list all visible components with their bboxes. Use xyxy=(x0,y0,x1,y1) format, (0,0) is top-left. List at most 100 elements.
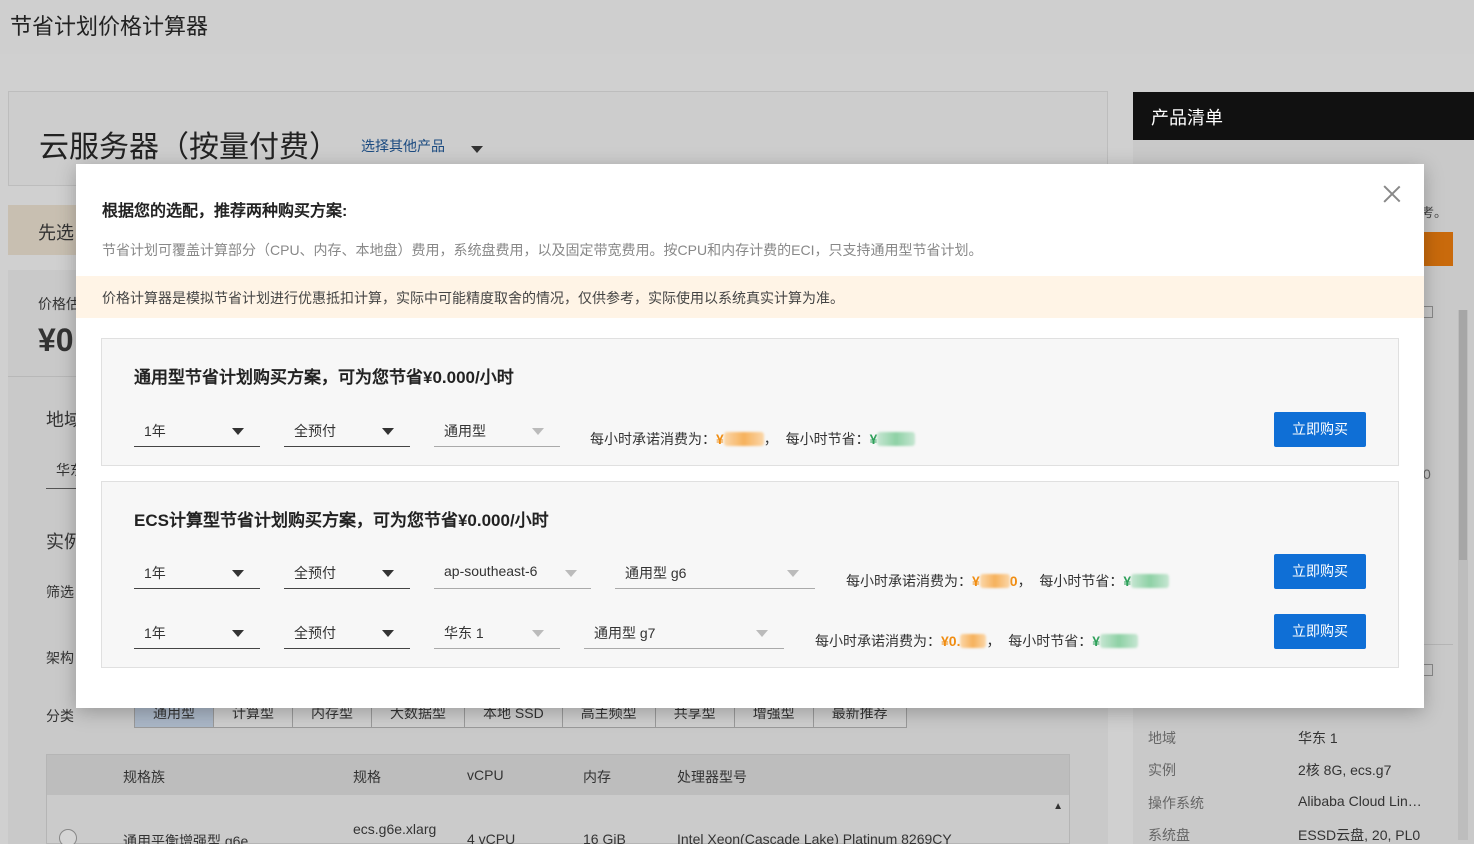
column-header: 处理器型号 xyxy=(677,769,747,785)
side-text: 0 xyxy=(1423,466,1431,482)
payment-select[interactable]: 全预付 xyxy=(284,615,410,649)
commit-value: ¥0. xyxy=(941,633,987,649)
region-select[interactable]: ap-southeast-6 xyxy=(434,555,591,589)
chevron-down-icon xyxy=(232,630,244,637)
payment-select[interactable]: 全预付 xyxy=(284,555,410,589)
region-value: ap-southeast-6 xyxy=(444,563,538,579)
term-value: 1年 xyxy=(144,565,166,581)
chevron-down-icon xyxy=(232,570,244,577)
term-value: 1年 xyxy=(144,625,166,641)
column-header: 内存 xyxy=(583,769,611,785)
term-select[interactable]: 1年 xyxy=(134,413,260,447)
payment-value: 全预付 xyxy=(294,565,336,581)
column-header: 规格族 xyxy=(123,769,165,785)
item-value: ESSD云盘, 20, PL0 xyxy=(1298,827,1421,843)
modal-title: 根据您的选配，推荐两种购买方案: xyxy=(102,203,348,220)
plan-title: 通用型节省计划购买方案，可为您节省¥0.000/小时 xyxy=(134,368,514,387)
chevron-down-icon xyxy=(565,570,577,577)
payment-select[interactable]: 全预付 xyxy=(284,413,410,447)
cost-summary: 每小时承诺消费为：¥0.， 每小时节省：¥ xyxy=(815,631,1139,651)
delete-icon[interactable] xyxy=(1423,664,1433,676)
chevron-down-icon xyxy=(232,428,244,435)
commit-prefix: ¥0. xyxy=(941,633,961,649)
chevron-down-icon xyxy=(756,630,768,637)
action-button[interactable] xyxy=(1423,232,1453,266)
product-name: 云服务器（按量付费） xyxy=(39,131,339,164)
region-value: 华东 1 xyxy=(444,625,484,641)
term-select[interactable]: 1年 xyxy=(134,615,260,649)
price-estimate-label: 价格估 xyxy=(38,296,80,312)
item-value: 2核 8G, ecs.g7 xyxy=(1298,762,1392,778)
product-list-header: 产品清单 xyxy=(1133,92,1474,140)
recommendation-modal: 根据您的选配，推荐两种购买方案: 节省计划可覆盖计算部分（CPU、内存、本地盘）… xyxy=(76,164,1424,708)
buy-now-button[interactable]: 立即购买 xyxy=(1274,614,1366,649)
cost-summary: 每小时承诺消费为：¥ 0， 每小时节省：¥ xyxy=(846,571,1170,591)
masked-value xyxy=(1100,634,1139,648)
family-value: 通用型 g7 xyxy=(594,625,656,641)
commit-label: 每小时承诺消费为： xyxy=(590,431,716,447)
term-select[interactable]: 1年 xyxy=(134,555,260,589)
chevron-down-icon xyxy=(382,570,394,577)
masked-value xyxy=(979,574,1010,588)
buy-now-button[interactable]: 立即购买 xyxy=(1274,554,1366,589)
table-cell: 通用平衡增强型 g6e xyxy=(123,833,249,844)
family-value: 通用型 g6 xyxy=(625,565,687,581)
save-prefix: ¥ xyxy=(1092,633,1101,649)
general-plan-card: 通用型节省计划购买方案，可为您节省¥0.000/小时 1年 全预付 通用型 每小… xyxy=(101,338,1399,466)
masked-value xyxy=(723,432,764,446)
item-value: 华东 1 xyxy=(1298,730,1338,746)
item-label: 系统盘 xyxy=(1148,827,1190,843)
commit-value: ¥ xyxy=(716,431,764,447)
buy-now-button[interactable]: 立即购买 xyxy=(1274,412,1366,447)
table-cell: 16 GiB xyxy=(583,831,626,844)
scroll-up-icon[interactable]: ▲ xyxy=(1053,801,1063,812)
region-select[interactable]: 华东 1 xyxy=(434,615,560,649)
note-text: 考。 xyxy=(1421,205,1448,220)
commit-label: 每小时承诺消费为： xyxy=(846,573,972,589)
masked-value xyxy=(877,432,916,446)
hint-strip: 先选 xyxy=(8,205,78,255)
table-cell: 4 vCPU xyxy=(467,831,516,844)
type-select[interactable]: 通用型 xyxy=(434,413,560,447)
save-value: ¥ xyxy=(1123,573,1170,589)
delete-icon[interactable] xyxy=(1423,306,1433,318)
commit-prefix: ¥ xyxy=(972,573,980,589)
chevron-down-icon xyxy=(382,630,394,637)
warning-text: 价格计算器是模拟节省计划进行优惠抵扣计算，实际中可能精度取舍的情况，仅供参考，实… xyxy=(102,290,844,306)
chevron-down-icon[interactable] xyxy=(471,146,483,153)
item-label: 操作系统 xyxy=(1148,795,1204,811)
architecture-label: 架构 xyxy=(46,650,74,666)
close-icon[interactable] xyxy=(1380,182,1404,206)
save-label: 每小时节省： xyxy=(1039,573,1124,589)
save-value: ¥ xyxy=(870,431,916,447)
item-label: 实例 xyxy=(1148,762,1176,778)
save-label: 每小时节省： xyxy=(1008,633,1093,649)
payment-value: 全预付 xyxy=(294,625,336,641)
row-radio[interactable] xyxy=(59,829,77,844)
chevron-down-icon xyxy=(532,428,544,435)
hint-strip-text: 先选 xyxy=(38,223,74,243)
compute-plan-card: ECS计算型节省计划购买方案，可为您节省¥0.000/小时 1年 全预付 ap-… xyxy=(101,481,1399,668)
scrollbar-thumb[interactable] xyxy=(1459,310,1467,560)
chevron-down-icon xyxy=(382,428,394,435)
warning-banner: 价格计算器是模拟节省计划进行优惠抵扣计算，实际中可能精度取舍的情况，仅供参考，实… xyxy=(76,276,1424,318)
table-cell: ecs.g6e.xlarg xyxy=(353,821,437,837)
filter-label: 筛选 xyxy=(46,584,74,600)
family-select[interactable]: 通用型 g6 xyxy=(615,555,815,589)
table-row[interactable]: 通用平衡增强型 g6e ecs.g6e.xlarg 4 vCPU 16 GiB … xyxy=(47,801,1069,844)
masked-value xyxy=(1131,574,1170,588)
product-list-title: 产品清单 xyxy=(1151,108,1223,128)
save-prefix: ¥ xyxy=(1123,573,1132,589)
save-value: ¥ xyxy=(1092,633,1139,649)
term-value: 1年 xyxy=(144,423,166,439)
plan-title: ECS计算型节省计划购买方案，可为您节省¥0.000/小时 xyxy=(134,511,549,530)
select-other-product-link[interactable]: 选择其他产品 xyxy=(361,136,445,156)
family-select[interactable]: 通用型 g7 xyxy=(584,615,784,649)
top-bar: 节省计划价格计算器 xyxy=(0,0,1474,54)
scrollbar[interactable] xyxy=(1458,310,1468,840)
modal-description: 节省计划可覆盖计算部分（CPU、内存、本地盘）费用，系统盘费用，以及固定带宽费用… xyxy=(102,242,983,258)
column-header: 规格 xyxy=(353,769,381,785)
spec-table: 规格族 规格 vCPU 内存 处理器型号 通用平衡增强型 g6e ecs.g6e… xyxy=(46,754,1070,844)
masked-value xyxy=(960,634,987,648)
table-cell: Intel Xeon(Cascade Lake) Platinum 8269CY xyxy=(677,831,952,844)
